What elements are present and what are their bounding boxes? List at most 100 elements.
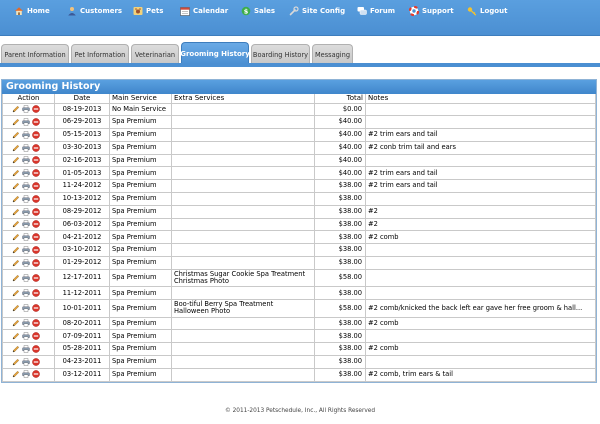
delete-icon[interactable] xyxy=(32,258,40,267)
cell-actions xyxy=(2,204,55,219)
edit-pencil-icon[interactable] xyxy=(12,182,20,190)
edit-pencil-icon[interactable] xyxy=(12,332,20,340)
cell-extra-services xyxy=(171,256,315,270)
nav-logout[interactable]: Logout xyxy=(467,4,507,18)
delete-icon[interactable] xyxy=(32,105,40,113)
tab-messaging[interactable]: Messaging xyxy=(312,44,353,64)
print-icon[interactable] xyxy=(22,118,30,126)
cell-extra-services xyxy=(171,286,315,301)
delete-icon[interactable] xyxy=(32,370,40,379)
cell-date: 10-13-2012 xyxy=(54,192,110,206)
calendar-icon xyxy=(180,6,190,16)
edit-pencil-icon[interactable] xyxy=(12,220,20,228)
key-icon xyxy=(467,6,477,16)
print-icon[interactable] xyxy=(22,358,30,366)
cell-main-service: Spa Premium xyxy=(109,316,172,331)
edit-pencil-icon[interactable] xyxy=(12,105,20,113)
delete-icon[interactable] xyxy=(32,319,40,328)
table-row: 10-01-2011 Spa Premium Boo-tiful Berry Spa… xyxy=(2,299,596,318)
delete-icon[interactable] xyxy=(32,246,40,254)
table-row: 03-30-2013 Spa Premium $40.00 #2 conb trim … xyxy=(2,140,596,155)
edit-pencil-icon[interactable] xyxy=(12,144,20,152)
nav-pets[interactable]: Pets xyxy=(133,4,163,18)
print-icon[interactable] xyxy=(22,105,30,113)
print-icon[interactable] xyxy=(22,220,30,228)
table-row: 08-19-2013 No Main Service $0.00 xyxy=(2,102,596,117)
tab-veterinarian[interactable]: Veterinarian xyxy=(131,44,179,64)
print-icon[interactable] xyxy=(22,259,30,267)
nav-support[interactable]: Support xyxy=(409,4,454,18)
delete-icon[interactable] xyxy=(32,220,40,229)
delete-icon[interactable] xyxy=(32,130,40,139)
edit-pencil-icon[interactable] xyxy=(12,370,20,378)
print-icon[interactable] xyxy=(22,289,30,297)
nav-customers[interactable]: Customers xyxy=(67,4,122,18)
print-icon[interactable] xyxy=(22,207,30,216)
delete-icon[interactable] xyxy=(32,182,40,190)
table-row: 04-23-2011 Spa Premium $38.00 xyxy=(2,355,596,369)
edit-pencil-icon[interactable] xyxy=(12,345,20,353)
edit-pencil-icon[interactable] xyxy=(12,233,20,241)
edit-pencil-icon[interactable] xyxy=(12,195,20,203)
edit-pencil-icon[interactable] xyxy=(12,259,20,267)
print-icon[interactable] xyxy=(22,332,30,340)
delete-icon[interactable] xyxy=(32,169,40,177)
customers-icon xyxy=(67,6,77,16)
edit-pencil-icon[interactable] xyxy=(12,289,20,297)
cell-total: $38.00 xyxy=(314,230,366,245)
print-icon[interactable] xyxy=(22,274,30,282)
print-icon[interactable] xyxy=(22,169,30,177)
edit-pencil-icon[interactable] xyxy=(12,131,20,139)
delete-icon[interactable] xyxy=(32,156,40,165)
edit-pencil-icon[interactable] xyxy=(12,319,20,327)
delete-icon[interactable] xyxy=(32,118,40,126)
delete-icon[interactable] xyxy=(32,289,40,297)
tab-parent-information[interactable]: Parent Information xyxy=(1,44,69,64)
delete-icon[interactable] xyxy=(32,304,40,312)
delete-icon[interactable] xyxy=(32,143,40,152)
edit-pencil-icon[interactable] xyxy=(12,118,20,126)
print-icon[interactable] xyxy=(22,143,30,152)
delete-icon[interactable] xyxy=(32,345,40,353)
delete-icon[interactable] xyxy=(32,274,40,282)
nav-site-config[interactable]: Site Config xyxy=(289,4,345,18)
table-row: 01-29-2012 Spa Premium $38.00 xyxy=(2,256,596,270)
print-icon[interactable] xyxy=(22,182,30,190)
cell-date: 07-09-2011 xyxy=(54,329,110,344)
print-icon[interactable] xyxy=(22,131,30,139)
print-icon[interactable] xyxy=(22,233,30,241)
nav-forum[interactable]: Forum xyxy=(357,4,395,18)
cell-actions xyxy=(2,329,55,344)
print-icon[interactable] xyxy=(22,370,30,379)
cell-extra-services xyxy=(171,243,315,258)
print-icon[interactable] xyxy=(22,319,30,327)
edit-pencil-icon[interactable] xyxy=(12,274,20,282)
delete-icon[interactable] xyxy=(32,207,40,216)
tab-grooming-history[interactable]: Grooming History xyxy=(180,42,250,64)
delete-icon[interactable] xyxy=(32,194,40,203)
cell-actions xyxy=(2,243,55,258)
print-icon[interactable] xyxy=(22,345,30,353)
tab-pet-information[interactable]: Pet Information xyxy=(71,44,129,64)
edit-pencil-icon[interactable] xyxy=(12,246,20,254)
print-icon[interactable] xyxy=(22,304,30,312)
cell-main-service: Spa Premium xyxy=(109,153,172,168)
edit-pencil-icon[interactable] xyxy=(12,156,20,164)
table-row: 03-10-2012 Spa Premium $38.00 xyxy=(2,243,596,258)
print-icon[interactable] xyxy=(22,246,30,254)
edit-pencil-icon[interactable] xyxy=(12,208,20,216)
nav-sales[interactable]: $ Sales xyxy=(241,4,275,18)
print-icon[interactable] xyxy=(22,156,30,164)
tab-boarding-history[interactable]: Boarding History xyxy=(251,44,310,64)
cell-notes xyxy=(365,286,596,301)
print-icon[interactable] xyxy=(22,195,30,203)
delete-icon[interactable] xyxy=(32,332,40,340)
top-navigation-bar: Home Customers Pets Calendar $ Sales Sit… xyxy=(0,0,600,36)
nav-home[interactable]: Home xyxy=(14,4,50,18)
edit-pencil-icon[interactable] xyxy=(12,169,20,177)
nav-calendar[interactable]: Calendar xyxy=(180,4,228,18)
edit-pencil-icon[interactable] xyxy=(12,304,20,312)
edit-pencil-icon[interactable] xyxy=(12,358,20,366)
delete-icon[interactable] xyxy=(32,357,40,366)
delete-icon[interactable] xyxy=(32,233,40,241)
